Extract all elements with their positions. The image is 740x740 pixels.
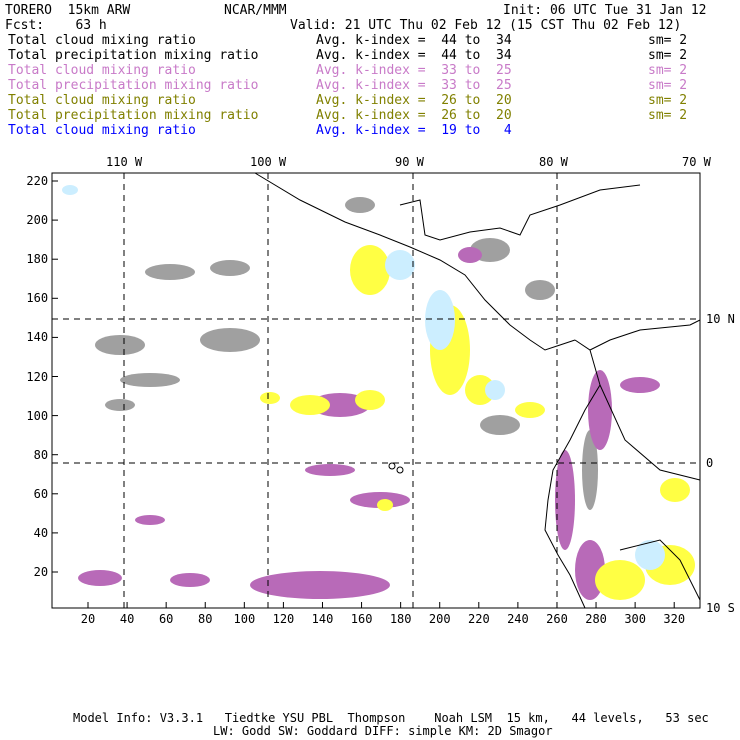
y-tick-label: 40 xyxy=(33,525,49,540)
model-info-line1: Model Info: V3.3.1 Tiedtke YSU PBL Thomp… xyxy=(73,711,709,725)
x-tick-label: 240 xyxy=(507,612,529,626)
longitude-label: 80 W xyxy=(539,155,568,169)
y-tick-label: 160 xyxy=(26,291,49,306)
y-tick-label: 200 xyxy=(26,213,49,228)
model-info-line2: LW: Godd SW: Goddard DIFF: simple KM: 2D… xyxy=(213,724,553,738)
x-tick-label: 40 xyxy=(119,612,135,626)
y-tick-label: 20 xyxy=(33,565,49,579)
x-tick-label: 320 xyxy=(663,612,686,626)
x-tick-label: 120 xyxy=(272,612,295,626)
x-tick-label: 60 xyxy=(158,612,174,626)
x-tick-label: 100 xyxy=(233,612,256,626)
x-tick-label: 200 xyxy=(428,612,451,626)
x-tick-label: 300 xyxy=(624,612,646,626)
x-tick-label: 260 xyxy=(546,612,568,626)
longitude-label: 70 W xyxy=(682,155,711,169)
latitude-label: 0 xyxy=(706,456,714,470)
latitude-label: 10 N xyxy=(706,312,735,326)
y-tick-label: 220 xyxy=(26,174,49,188)
y-tick-label: 180 xyxy=(26,252,49,267)
latitude-label: 10 S xyxy=(706,601,735,615)
x-tick-label: 80 xyxy=(198,612,213,626)
field-shading xyxy=(62,185,695,600)
map-plot xyxy=(51,172,701,609)
weather-map-figure: TORERO 15km ARW NCAR/MMM Init: 06 UTC Tu… xyxy=(0,0,740,740)
x-tick-label: 140 xyxy=(311,612,334,626)
y-tick-label: 140 xyxy=(26,330,49,345)
y-tick-label: 60 xyxy=(33,486,49,501)
x-tick-label: 280 xyxy=(585,612,607,626)
longitude-label: 100 W xyxy=(250,155,287,169)
longitude-label: 110 W xyxy=(106,155,143,169)
x-tick-label: 20 xyxy=(80,612,96,626)
y-tick-label: 80 xyxy=(33,447,49,462)
y-tick-label: 100 xyxy=(26,408,49,423)
longitude-label: 90 W xyxy=(395,155,424,169)
y-tick-label: 120 xyxy=(26,369,49,384)
x-tick-label: 160 xyxy=(350,612,373,626)
x-tick-label: 220 xyxy=(468,612,490,626)
x-tick-label: 180 xyxy=(389,612,412,626)
